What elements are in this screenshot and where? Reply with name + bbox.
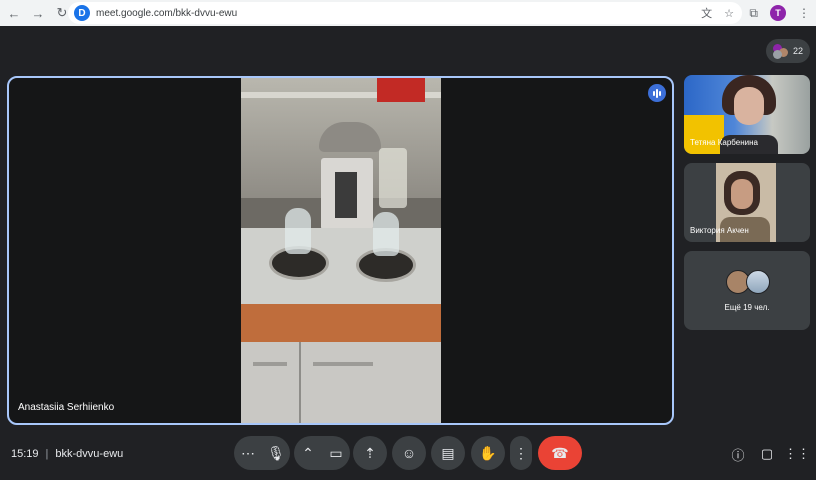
participants-button[interactable]: 22: [766, 39, 810, 63]
translate-icon[interactable]: 文: [701, 5, 712, 21]
participant-tile[interactable]: Тетяна Карбенина: [684, 75, 810, 154]
mic-icon[interactable]: 🎙: [262, 445, 290, 462]
main-participant-name: Anastasiia Serhiienko: [18, 402, 115, 413]
chat-icon[interactable]: ▢: [758, 445, 776, 463]
mic-control: ⋯ 🎙: [234, 436, 290, 470]
reactions-button[interactable]: ☺: [392, 436, 426, 470]
meeting-code: bkk-dvvu-ewu: [55, 448, 124, 460]
participant-name: Тетяна Карбенина: [690, 138, 758, 147]
speaking-indicator-icon: [648, 84, 666, 102]
participant-tile[interactable]: Виктория Акчен: [684, 163, 810, 242]
info-icon[interactable]: ⓘ: [729, 445, 747, 463]
menu-dots-icon[interactable]: ⋮: [798, 6, 810, 20]
participants-count: 22: [792, 46, 803, 56]
present-button[interactable]: ⇡: [353, 436, 387, 470]
participants-avatars: [772, 44, 789, 59]
main-video-tile[interactable]: Anastasiia Serhiienko: [7, 76, 674, 425]
more-options-icon: ⋮: [514, 444, 528, 461]
video-feed: [241, 78, 441, 423]
raise-hand-button[interactable]: ✋: [471, 436, 505, 470]
address-bar[interactable]: D meet.google.com/bkk-dvvu-ewu 文 ☆: [68, 2, 742, 24]
more-options-icon[interactable]: ⋯: [234, 445, 262, 462]
present-icon: ⇡: [364, 444, 376, 461]
back-arrow-icon[interactable]: ←: [4, 3, 24, 23]
hangup-icon: ☎: [551, 444, 569, 461]
more-options-button[interactable]: ⋮: [510, 436, 532, 470]
emoji-icon: ☺: [401, 445, 417, 461]
raise-hand-icon: ✋: [479, 444, 497, 461]
others-tile[interactable]: Ещё 19 чел.: [684, 251, 810, 330]
avatar: [746, 270, 770, 294]
hangup-button[interactable]: ☎: [538, 436, 582, 470]
extensions-icon[interactable]: ⧉: [749, 6, 758, 21]
others-count-label: Ещё 19 чел.: [724, 303, 770, 312]
participant-name: Виктория Акчен: [690, 226, 749, 235]
captions-icon: ▤: [441, 444, 455, 461]
chevron-up-icon[interactable]: ⌃: [294, 445, 322, 462]
activities-icon[interactable]: ⋮⋮: [784, 445, 810, 463]
url-text[interactable]: meet.google.com/bkk-dvvu-ewu: [96, 8, 237, 19]
site-info-icon[interactable]: D: [74, 5, 90, 21]
captions-button[interactable]: ▤: [431, 436, 465, 470]
star-icon[interactable]: ☆: [724, 7, 734, 20]
meeting-controls-bar: 15:19 | bkk-dvvu-ewu ⋯ 🎙 ⌃ ▭ ⇡ ☺ ▤ ✋ ⋮ ☎…: [0, 436, 816, 474]
meeting-time: 15:19: [11, 448, 39, 460]
camera-icon[interactable]: ▭: [322, 445, 350, 462]
camera-control: ⌃ ▭: [294, 436, 350, 470]
meeting-info-separator: |: [45, 448, 49, 460]
forward-arrow-icon[interactable]: →: [28, 3, 48, 23]
browser-toolbar: ← → ↻ D meet.google.com/bkk-dvvu-ewu 文 ☆…: [0, 0, 816, 26]
profile-avatar[interactable]: T: [770, 5, 786, 21]
meeting-info: 15:19 | bkk-dvvu-ewu: [11, 448, 123, 460]
